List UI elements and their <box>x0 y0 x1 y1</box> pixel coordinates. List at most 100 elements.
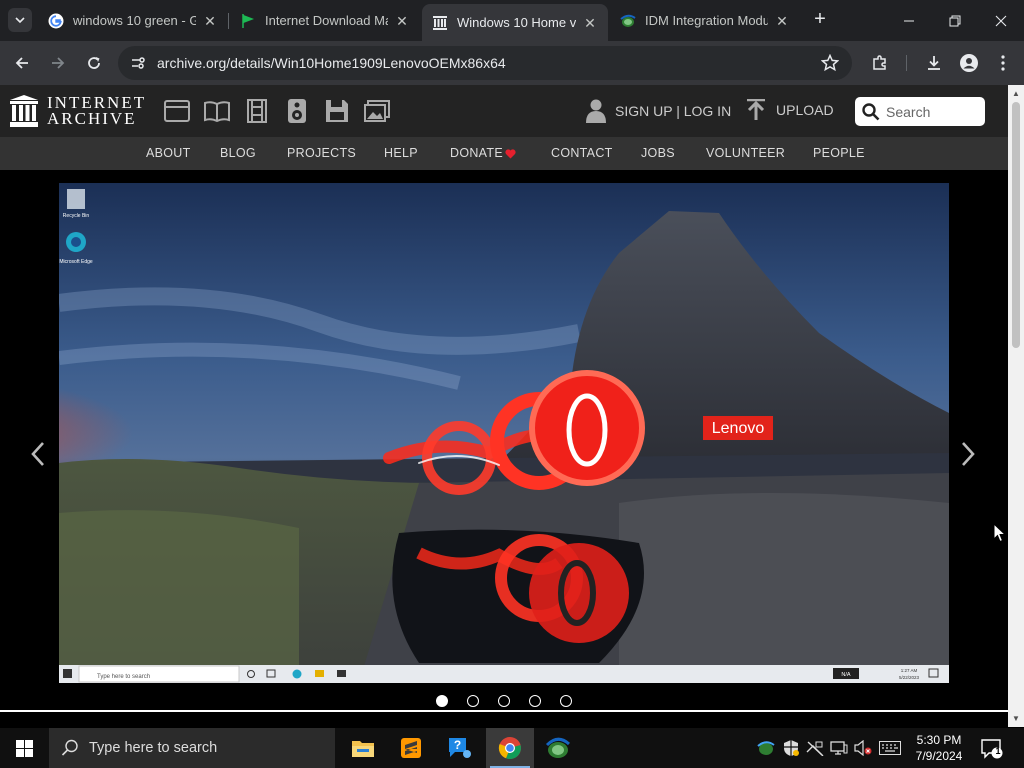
upload-icon <box>747 99 765 120</box>
back-button[interactable] <box>8 49 36 77</box>
tab-google-search[interactable]: windows 10 green - Go ✕ <box>38 6 228 35</box>
tab-windows-10-home[interactable]: Windows 10 Home v19 ✕ <box>422 4 608 41</box>
taskbar-clock[interactable]: 5:30 PM 7/9/2024 <box>902 732 976 764</box>
close-tab-icon[interactable]: ✕ <box>202 13 218 29</box>
action-center-button[interactable]: 1 <box>980 737 1004 761</box>
slide-clock-time: 1:27 AM <box>901 668 918 673</box>
bookmark-star-icon[interactable] <box>816 49 844 77</box>
taskbar-get-help[interactable]: ? <box>435 728 483 768</box>
sublime-text-icon <box>401 738 421 758</box>
ia-search-input[interactable] <box>886 103 981 120</box>
minimize-icon <box>904 20 914 21</box>
tab-search-button[interactable] <box>8 8 32 32</box>
nav-jobs[interactable]: JOBS <box>641 146 675 160</box>
tray-security-shield-icon[interactable] <box>782 739 800 757</box>
carousel-slide-image[interactable]: Lenovo Recycle Bin Microsoft Edge Type h… <box>59 183 949 683</box>
carousel-next-button[interactable] <box>956 436 980 472</box>
page-scrollbar[interactable]: ▲ ▼ <box>1008 85 1024 727</box>
minimize-button[interactable] <box>886 0 932 41</box>
close-tab-icon[interactable]: ✕ <box>582 15 598 31</box>
tray-idm-icon[interactable] <box>757 739 775 757</box>
scroll-up-arrow-icon[interactable]: ▲ <box>1011 89 1021 99</box>
extensions-button[interactable] <box>866 49 894 77</box>
web-archive-icon[interactable] <box>164 98 190 124</box>
upload-link[interactable]: UPLOAD <box>746 99 834 121</box>
clock-date: 7/9/2024 <box>915 749 963 763</box>
tab-title: windows 10 green - Go <box>73 13 196 28</box>
slide-clock-date: 5/22/2023 <box>899 675 920 680</box>
internet-archive-logo[interactable]: INTERNET ARCHIVE <box>10 94 146 127</box>
chrome-menu-button[interactable] <box>989 49 1017 77</box>
nav-help[interactable]: HELP <box>384 146 418 160</box>
reload-button[interactable] <box>80 49 108 77</box>
video-film-icon[interactable] <box>244 98 270 124</box>
restore-button[interactable] <box>932 0 978 41</box>
nav-blog[interactable]: BLOG <box>220 146 256 160</box>
taskbar-sublime-text[interactable] <box>387 728 435 768</box>
taskbar-idm[interactable] <box>534 728 582 768</box>
idm-globe-icon <box>545 737 571 758</box>
clock-time: 5:30 PM <box>916 733 962 747</box>
close-tab-icon[interactable]: ✕ <box>394 13 410 29</box>
carousel-dot[interactable] <box>529 695 541 707</box>
nav-people[interactable]: PEOPLE <box>813 146 865 160</box>
profile-button[interactable] <box>955 49 983 77</box>
close-icon <box>995 15 1007 26</box>
carousel-prev-button[interactable] <box>26 436 50 472</box>
nav-projects[interactable]: PROJECTS <box>287 146 356 160</box>
close-tab-icon[interactable]: ✕ <box>774 13 790 29</box>
logo-text: INTERNET ARCHIVE <box>47 94 146 127</box>
start-button[interactable] <box>0 728 48 768</box>
software-floppy-icon[interactable] <box>324 98 350 124</box>
tab-idm-integration-module[interactable]: IDM Integration Modu ✕ <box>610 6 800 35</box>
site-info-icon[interactable] <box>128 53 148 73</box>
svg-text:?: ? <box>454 738 461 752</box>
nav-donate[interactable]: DONATE <box>450 146 503 160</box>
lenovo-badge-text: Lenovo <box>712 420 765 437</box>
audio-speaker-icon[interactable] <box>284 98 310 124</box>
scroll-down-arrow-icon[interactable]: ▼ <box>1011 714 1021 724</box>
restore-icon <box>949 15 961 26</box>
nav-contact[interactable]: CONTACT <box>551 146 613 160</box>
toolbar-divider <box>906 55 907 71</box>
texts-book-icon[interactable] <box>204 98 230 124</box>
ia-search-box[interactable] <box>855 97 985 126</box>
carousel-dot[interactable] <box>560 695 572 707</box>
taskbar-file-explorer[interactable] <box>339 728 387 768</box>
tray-monitor-icon[interactable] <box>830 739 848 757</box>
chrome-icon <box>498 737 521 760</box>
carousel-dot[interactable] <box>498 695 510 707</box>
sign-up-login-label[interactable]: SIGN UP | LOG IN <box>615 103 731 119</box>
tab-internet-download-manager[interactable]: Internet Download Ma ✕ <box>230 6 420 35</box>
new-tab-button[interactable]: + <box>808 8 832 32</box>
help-chat-icon: ? <box>449 738 471 758</box>
upload-label[interactable]: UPLOAD <box>776 102 834 118</box>
taskbar-search-box[interactable]: Type here to search <box>49 728 335 768</box>
close-window-button[interactable] <box>978 0 1024 41</box>
taskbar-google-chrome[interactable] <box>486 728 534 768</box>
tray-keyboard-icon[interactable] <box>878 739 902 757</box>
mouse-cursor-icon <box>993 523 1006 543</box>
tab-title: Windows 10 Home v19 <box>457 15 576 30</box>
scrollbar-thumb[interactable] <box>1012 102 1020 348</box>
downloads-button[interactable] <box>920 49 948 77</box>
user-icon <box>586 99 606 123</box>
address-bar[interactable]: archive.org/details/Win10Home1909LenovoO… <box>118 46 852 80</box>
forward-button[interactable] <box>44 49 72 77</box>
tab-divider <box>228 13 229 29</box>
nav-about[interactable]: ABOUT <box>146 146 191 160</box>
carousel-dot[interactable] <box>436 695 448 707</box>
tray-volume-muted-icon[interactable] <box>854 739 872 757</box>
tray-network-disconnected-icon[interactable] <box>806 739 824 757</box>
profile-icon <box>960 54 978 72</box>
tab-title: Internet Download Ma <box>265 13 388 28</box>
nav-volunteer[interactable]: VOLUNTEER <box>706 146 785 160</box>
windows-logo-icon <box>15 739 33 757</box>
carousel-dot[interactable] <box>467 695 479 707</box>
archive-pillars-icon <box>432 15 448 31</box>
images-icon[interactable] <box>364 98 390 124</box>
archive-pillars-icon <box>10 95 38 127</box>
sign-up-login-link[interactable]: SIGN UP | LOG IN <box>586 99 731 123</box>
url-text[interactable]: archive.org/details/Win10Home1909LenovoO… <box>157 55 816 71</box>
heart-icon <box>505 149 516 159</box>
